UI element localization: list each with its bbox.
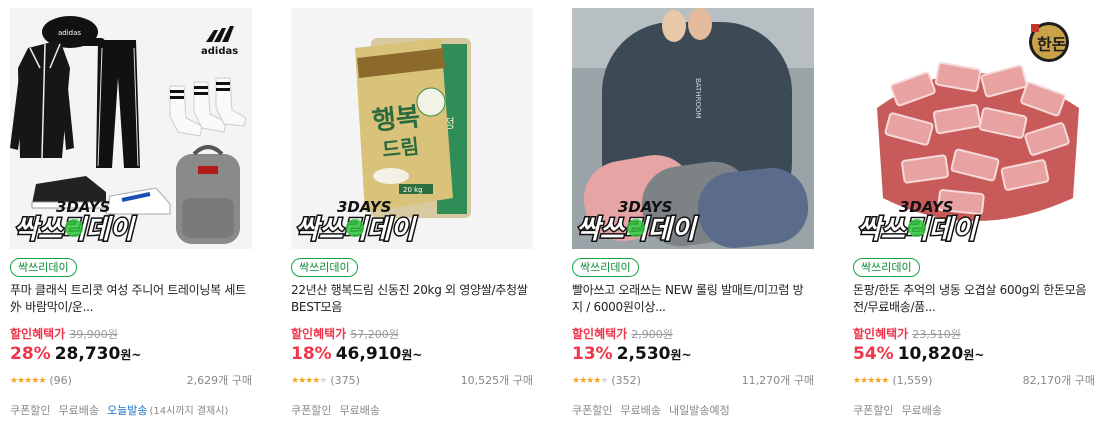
star-rating-icon: ★★★★★ — [291, 376, 327, 386]
original-price: 2,900원 — [631, 328, 673, 341]
price-label-row: 할인혜택가 57,200원 — [291, 326, 399, 343]
product-title[interactable]: 돈팡/한돈 추억의 냉동 오겹살 600g외 한돈모음전/무료배송/품... — [853, 282, 1095, 316]
star-rating-icon: ★★★★★ — [10, 376, 46, 386]
star-rating-icon: ★★★★★ — [853, 376, 889, 386]
shipping-info: 쿠폰할인 무료배송 오늘발송 (14시까지 결제시) — [10, 404, 236, 419]
price-label: 할인혜택가 — [572, 327, 628, 341]
product-grid: adidas adidas 3DAYS 싹쓰리데이 푸마 클래식 트리콧 여성 … — [0, 0, 1100, 425]
3days-badge: 3DAYS 싹쓰리데이 — [294, 198, 420, 246]
svg-text:3DAYS: 3DAYS — [899, 198, 953, 216]
handon-logo-icon: 한돈 — [1029, 22, 1069, 62]
star-icon: ★ — [881, 376, 889, 386]
3days-badge: 3DAYS 싹쓰리데이 — [856, 198, 982, 246]
price-label-row: 할인혜택가 23,510원 — [853, 326, 961, 343]
star-icon: ★ — [38, 376, 46, 386]
sale-price: 10,820 — [897, 344, 964, 364]
product-card[interactable]: 정 행복 드림 20 kg 3DAYS 싹쓰리데이 싹쓰리데이 22년산 행복드… — [291, 8, 533, 418]
price-label: 할인혜택가 — [10, 327, 66, 341]
price-label-row: 할인혜택가 39,900원 — [10, 326, 118, 343]
3days-badge: 3DAYS 싹쓰리데이 — [13, 198, 139, 246]
svg-text:3DAYS: 3DAYS — [56, 198, 110, 216]
meta-row: ★★★★★ (1,559) 82,170개 구매 — [853, 373, 1095, 389]
today-ship-label: 오늘발송 — [106, 404, 148, 417]
discount-rate: 13% — [572, 344, 613, 364]
product-image[interactable]: 정 행복 드림 20 kg 3DAYS 싹쓰리데이 — [291, 8, 533, 249]
price-label: 할인혜택가 — [291, 327, 347, 341]
product-image[interactable]: BATHROOM 3DAYS 싹쓰리데이 — [572, 8, 814, 249]
product-title[interactable]: 푸마 클래식 트리콧 여성 주니어 트레이닝복 세트 外 바람막이/운... — [10, 282, 252, 316]
price-row: 54% 10,820원~ — [853, 343, 984, 366]
price-unit: 원~ — [963, 348, 985, 362]
sale-price: 28,730 — [54, 344, 121, 364]
free-shipping-label: 무료배송 — [339, 404, 380, 417]
sale-price: 2,530 — [616, 344, 671, 364]
free-shipping-label: 무료배송 — [901, 404, 942, 417]
discount-rate: 54% — [853, 344, 894, 364]
3days-badge: 3DAYS 싹쓰리데이 — [575, 198, 701, 246]
product-card[interactable]: adidas adidas 3DAYS 싹쓰리데이 푸마 클래식 트리콧 여성 … — [10, 8, 252, 418]
meta-row: ★★★★★ (352) 11,270개 구매 — [572, 373, 814, 389]
review-count[interactable]: (1,559) — [892, 374, 932, 387]
coupon-label: 쿠폰할인 — [853, 404, 894, 417]
product-title[interactable]: 22년산 행복드림 신동진 20kg 외 영양쌀/추청쌀 BEST모음 — [291, 282, 533, 316]
product-image[interactable]: 한돈 3DAYS — [853, 8, 1095, 249]
coupon-label: 쿠폰할인 — [10, 404, 51, 417]
product-card[interactable]: BATHROOM 3DAYS 싹쓰리데이 싹쓰리데이 빨아쓰고 오래쓰는 NEW… — [572, 8, 814, 418]
coupon-label: 쿠폰할인 — [572, 404, 613, 417]
review-count[interactable]: (96) — [49, 374, 72, 387]
price-row: 18% 46,910원~ — [291, 343, 422, 366]
shipping-info: 쿠폰할인 무료배송 — [291, 404, 388, 418]
original-price: 57,200원 — [350, 328, 399, 341]
price-row: 28% 28,730원~ — [10, 343, 141, 366]
today-ship-note: (14시까지 결제시) — [149, 406, 229, 417]
star-icon: ★ — [600, 376, 608, 386]
purchase-count: 82,170개 구매 — [1022, 374, 1095, 387]
svg-text:20 kg: 20 kg — [403, 186, 423, 194]
product-title[interactable]: 빨아쓰고 오래쓰는 NEW 롤링 발매트/미끄럼 방지 / 6000원이상... — [572, 282, 814, 316]
original-price: 39,900원 — [69, 328, 118, 341]
price-label: 할인혜택가 — [853, 327, 909, 341]
meta-row: ★★★★★ (96) 2,629개 구매 — [10, 373, 252, 389]
price-label-row: 할인혜택가 2,900원 — [572, 326, 673, 343]
price-row: 13% 2,530원~ — [572, 343, 692, 366]
meta-row: ★★★★★ (375) 10,525개 구매 — [291, 373, 533, 389]
purchase-count: 2,629개 구매 — [186, 374, 252, 387]
svg-text:adidas: adidas — [201, 46, 238, 57]
price-unit: 원~ — [401, 348, 423, 362]
mat-brand-text: BATHROOM — [694, 78, 702, 119]
svg-text:adidas: adidas — [58, 29, 81, 37]
price-unit: 원~ — [120, 348, 142, 362]
promo-tag[interactable]: 싹쓰리데이 — [291, 258, 358, 277]
svg-text:3DAYS: 3DAYS — [618, 198, 672, 216]
free-shipping-label: 무료배송 — [58, 404, 99, 417]
review-count[interactable]: (352) — [611, 374, 641, 387]
star-icon: ★ — [319, 376, 327, 386]
promo-tag[interactable]: 싹쓰리데이 — [853, 258, 920, 277]
promo-tag[interactable]: 싹쓰리데이 — [10, 258, 77, 277]
rice-brand-text: 행복 — [371, 102, 422, 137]
original-price: 23,510원 — [912, 328, 961, 341]
review-count[interactable]: (375) — [330, 374, 360, 387]
purchase-count: 10,525개 구매 — [460, 374, 533, 387]
price-unit: 원~ — [670, 348, 692, 362]
handon-logo-text: 한돈 — [1037, 35, 1067, 54]
svg-text:3DAYS: 3DAYS — [337, 198, 391, 216]
promo-tag[interactable]: 싹쓰리데이 — [572, 258, 639, 277]
svg-text:드림: 드림 — [381, 134, 420, 162]
shipping-info: 쿠폰할인 무료배송 — [853, 404, 950, 418]
star-rating-icon: ★★★★★ — [572, 376, 608, 386]
tomorrow-ship-label: 내일발송예정 — [668, 404, 730, 417]
product-card[interactable]: 한돈 3DAYS 싹쓰리데이 돈팡/한돈 추억의 냉동 오겹살 600g외 한돈… — [853, 8, 1095, 418]
discount-rate: 28% — [10, 344, 51, 364]
sale-price: 46,910 — [335, 344, 402, 364]
coupon-label: 쿠폰할인 — [291, 404, 332, 417]
backpack-icon — [176, 145, 240, 244]
shipping-info: 쿠폰할인 무료배송 내일발송예정 — [572, 404, 738, 418]
product-image[interactable]: adidas adidas 3DAYS — [10, 8, 252, 249]
free-shipping-label: 무료배송 — [620, 404, 661, 417]
purchase-count: 11,270개 구매 — [741, 374, 814, 387]
discount-rate: 18% — [291, 344, 332, 364]
